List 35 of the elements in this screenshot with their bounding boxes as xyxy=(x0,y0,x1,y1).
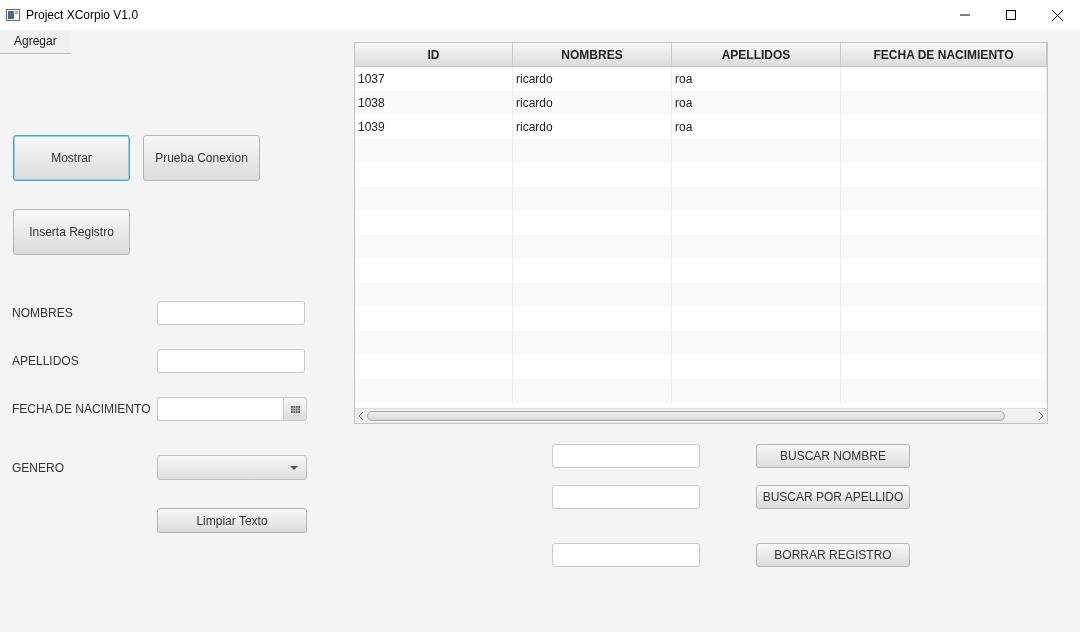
search-button[interactable]: BORRAR REGISTRO xyxy=(756,543,910,567)
table-cell: roa xyxy=(672,91,841,115)
column-header[interactable]: ID xyxy=(355,43,513,67)
table-cell: 1038 xyxy=(355,91,513,115)
action-button[interactable]: Mostrar xyxy=(13,135,130,181)
scroll-right-icon[interactable] xyxy=(1038,412,1044,420)
date-field[interactable] xyxy=(157,397,283,421)
field-label: NOMBRES xyxy=(12,306,74,320)
text-field[interactable] xyxy=(157,301,305,325)
table-cell: ricardo xyxy=(513,91,672,115)
window-title: Project XCorpio V1.0 xyxy=(26,8,140,22)
calendar-icon xyxy=(290,405,300,413)
text-field[interactable] xyxy=(157,349,305,373)
clear-button[interactable]: Limpiar Texto xyxy=(157,508,307,533)
dropdown[interactable] xyxy=(157,455,307,480)
field-label: GENERO xyxy=(12,460,65,475)
action-button[interactable]: Inserta Registro xyxy=(13,209,130,255)
column-header[interactable]: APELLIDOS xyxy=(672,43,841,67)
maximize-icon[interactable] xyxy=(1006,10,1016,20)
scroll-left-icon[interactable] xyxy=(358,412,364,420)
search-field[interactable] xyxy=(552,444,700,468)
field-label: FECHA DE NACIMIENTO xyxy=(12,402,152,416)
calendar-button[interactable] xyxy=(283,397,307,421)
search-button[interactable]: BUSCAR NOMBRE xyxy=(756,444,910,468)
menu-item[interactable]: Agregar xyxy=(0,30,71,54)
search-field[interactable] xyxy=(552,543,700,567)
field-label: APELLIDOS xyxy=(12,354,80,368)
caret-icon xyxy=(290,465,298,470)
column-header[interactable]: FECHA DE NACIMIENTO xyxy=(841,43,1047,67)
app-icon xyxy=(6,9,20,21)
column-header[interactable]: NOMBRES xyxy=(513,43,672,67)
action-button[interactable]: Prueba Conexion xyxy=(143,135,260,181)
close-icon[interactable] xyxy=(1051,9,1063,21)
search-field[interactable] xyxy=(552,485,700,509)
search-button[interactable]: BUSCAR POR APELLIDO xyxy=(756,485,910,509)
